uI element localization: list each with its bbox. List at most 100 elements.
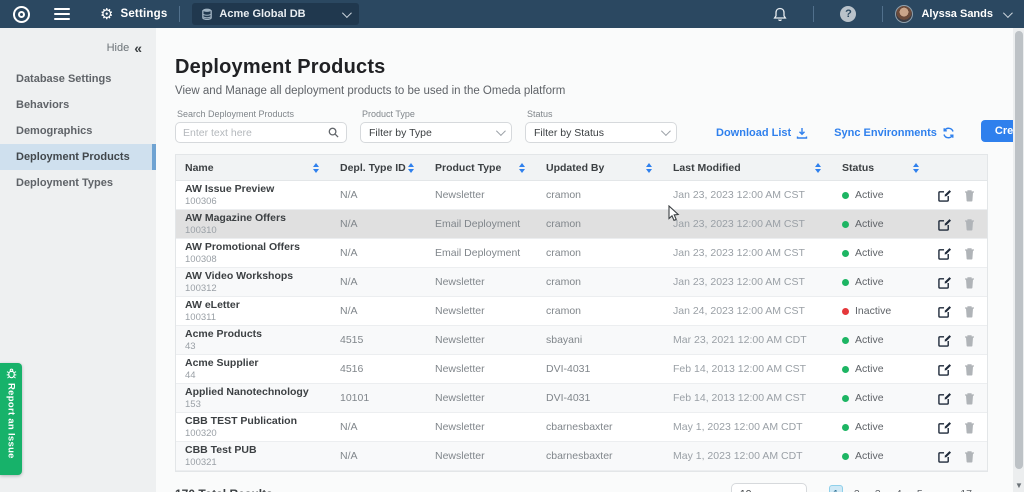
product-type-cell: Newsletter xyxy=(426,450,537,462)
page-number-17[interactable]: 17 xyxy=(957,486,975,492)
database-selector[interactable]: Acme Global DB xyxy=(192,3,358,25)
delete-button[interactable] xyxy=(964,421,975,434)
next-page-button[interactable]: › xyxy=(984,487,988,492)
sidebar-item-deployment-products[interactable]: Deployment Products xyxy=(0,144,156,170)
scrollbar-thumb[interactable] xyxy=(1015,31,1023,469)
sort-icon[interactable] xyxy=(646,163,652,173)
edit-button[interactable] xyxy=(938,305,951,318)
table-row[interactable]: Acme Products434515NewslettersbayaniMar … xyxy=(176,326,987,355)
column-header-name[interactable]: Name xyxy=(176,155,331,180)
delete-button[interactable] xyxy=(964,276,975,289)
notifications-bell-icon[interactable] xyxy=(773,7,787,22)
edit-button[interactable] xyxy=(938,421,951,434)
table-row[interactable]: AW Issue Preview100306N/ANewslettercramo… xyxy=(176,181,987,210)
delete-button[interactable] xyxy=(964,363,975,376)
table-body: AW Issue Preview100306N/ANewslettercramo… xyxy=(176,181,987,471)
delete-button[interactable] xyxy=(964,334,975,347)
status-cell: Active xyxy=(833,450,931,462)
delete-button[interactable] xyxy=(964,450,975,463)
download-list-button[interactable]: Download List xyxy=(716,127,808,143)
edit-button[interactable] xyxy=(938,334,951,347)
sidebar-item-behaviors[interactable]: Behaviors xyxy=(0,92,156,118)
status-label: Active xyxy=(855,334,884,346)
status-dot-icon xyxy=(842,221,849,228)
table-row[interactable]: CBB TEST Publication100320N/ANewsletterc… xyxy=(176,413,987,442)
sync-environments-button[interactable]: Sync Environments xyxy=(834,127,955,143)
depl-type-id-cell: N/A xyxy=(331,450,426,462)
page-number-3[interactable]: 3 xyxy=(871,486,885,492)
hamburger-menu-icon[interactable] xyxy=(54,8,70,20)
sidebar-item-deployment-types[interactable]: Deployment Types xyxy=(0,170,156,196)
table-row[interactable]: Acme Supplier444516NewsletterDVI-4031Feb… xyxy=(176,355,987,384)
column-header-product-type[interactable]: Product Type xyxy=(426,155,537,180)
table-row[interactable]: AW Magazine Offers100310N/AEmail Deploym… xyxy=(176,210,987,239)
settings-gear-icon[interactable]: ⚙ xyxy=(100,5,113,23)
depl-type-id-cell: N/A xyxy=(331,421,426,433)
delete-button[interactable] xyxy=(964,247,975,260)
vertical-scrollbar[interactable]: ▼ xyxy=(1013,28,1024,492)
sort-icon[interactable] xyxy=(913,163,919,173)
product-name: AW Magazine Offers xyxy=(185,213,331,224)
page-size-select[interactable]: 10 xyxy=(731,483,807,492)
delete-button[interactable] xyxy=(964,305,975,318)
sidebar-item-database-settings[interactable]: Database Settings xyxy=(0,66,156,92)
edit-button[interactable] xyxy=(938,276,951,289)
last-modified-cell: Mar 23, 2021 12:00 AM CDT xyxy=(664,334,833,346)
status-dot-icon xyxy=(842,279,849,286)
page-number-2[interactable]: 2 xyxy=(850,486,864,492)
sidebar-item-demographics[interactable]: Demographics xyxy=(0,118,156,144)
user-menu-chevron-icon[interactable] xyxy=(1003,8,1013,18)
product-type-select[interactable]: Filter by Type xyxy=(360,122,512,143)
scroll-down-arrow-icon[interactable]: ▼ xyxy=(1015,481,1023,490)
table-row[interactable]: Applied Nanotechnology15310101Newsletter… xyxy=(176,384,987,413)
sidebar-hide-toggle[interactable]: Hide « xyxy=(0,28,156,66)
edit-button[interactable] xyxy=(938,363,951,376)
page-number-4[interactable]: 4 xyxy=(892,486,906,492)
edit-button[interactable] xyxy=(938,189,951,202)
table-row[interactable]: AW Promotional Offers100308N/AEmail Depl… xyxy=(176,239,987,268)
chevron-down-icon xyxy=(496,126,506,136)
updated-by-cell: cramon xyxy=(537,247,664,259)
status-label: Status xyxy=(527,109,677,119)
search-icon[interactable] xyxy=(328,127,339,138)
table-row[interactable]: AW Video Workshops100312N/ANewslettercra… xyxy=(176,268,987,297)
sort-icon[interactable] xyxy=(313,163,319,173)
product-type-label: Product Type xyxy=(362,109,512,119)
delete-button[interactable] xyxy=(964,218,975,231)
search-input[interactable] xyxy=(183,127,328,139)
status-label: Active xyxy=(855,218,884,230)
column-header-last-modified[interactable]: Last Modified xyxy=(664,155,833,180)
status-select[interactable]: Filter by Status xyxy=(525,122,677,143)
download-list-label: Download List xyxy=(716,127,791,139)
product-name-cell: AW Video Workshops100312 xyxy=(176,271,331,294)
depl-type-id-cell: N/A xyxy=(331,276,426,288)
prev-page-button[interactable]: ‹ xyxy=(816,487,820,492)
page-number-1[interactable]: 1 xyxy=(829,485,843,492)
page-number-5[interactable]: 5 xyxy=(913,486,927,492)
user-avatar[interactable] xyxy=(895,5,913,23)
edit-button[interactable] xyxy=(938,218,951,231)
column-header-updated-by[interactable]: Updated By xyxy=(537,155,664,180)
product-name: AW Video Workshops xyxy=(185,271,331,282)
help-icon[interactable]: ? xyxy=(840,6,856,22)
edit-button[interactable] xyxy=(938,450,951,463)
status-cell: Active xyxy=(833,363,931,375)
status-label: Active xyxy=(855,363,884,375)
column-header-depl-type-id[interactable]: Depl. Type ID xyxy=(331,155,426,180)
delete-button[interactable] xyxy=(964,392,975,405)
delete-button[interactable] xyxy=(964,189,975,202)
sort-icon[interactable] xyxy=(519,163,525,173)
last-modified-cell: Jan 24, 2023 12:00 AM CST xyxy=(664,305,833,317)
actions-cell xyxy=(931,276,987,289)
report-issue-tab[interactable]: Report an Issue xyxy=(0,363,22,475)
edit-button[interactable] xyxy=(938,247,951,260)
table-row[interactable]: CBB Test PUB100321N/ANewslettercbarnesba… xyxy=(176,442,987,471)
product-name-cell: Acme Products43 xyxy=(176,329,331,352)
sort-icon[interactable] xyxy=(408,163,414,173)
table-row[interactable]: AW eLetter100311N/ANewslettercramonJan 2… xyxy=(176,297,987,326)
omeda-logo-icon[interactable] xyxy=(13,6,30,23)
column-header-status[interactable]: Status xyxy=(833,155,931,180)
edit-button[interactable] xyxy=(938,392,951,405)
product-name-cell: AW eLetter100311 xyxy=(176,300,331,323)
sort-icon[interactable] xyxy=(815,163,821,173)
